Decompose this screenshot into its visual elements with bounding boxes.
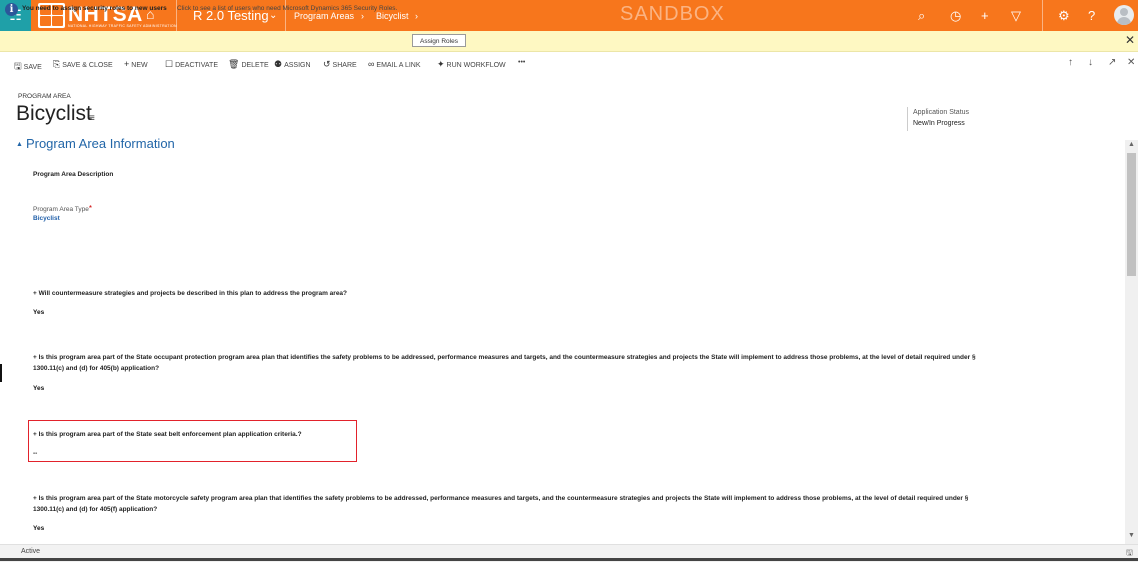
question-seat-belt-label: + Is this program area part of the State…	[33, 431, 302, 438]
save-close-button[interactable]: ⎘ SAVE & CLOSE	[53, 59, 113, 70]
close-icon[interactable]: ✕	[1125, 33, 1135, 47]
entity-type-label: PROGRAM AREA	[18, 93, 71, 100]
section-toggle-program-area-information[interactable]: ▲ Program Area Information	[16, 136, 175, 151]
record-status: Active	[21, 548, 41, 555]
question-motorcycle-safety-label-cont: 1300.11(c) and (d) for 405(f) applicatio…	[33, 506, 158, 513]
save-label: SAVE	[23, 64, 42, 71]
assign-roles-button[interactable]: Assign Roles	[412, 34, 466, 47]
required-marker: *	[88, 204, 93, 213]
save-close-label: SAVE & CLOSE	[62, 62, 113, 69]
top-navigation-bar: ☷ NHTSA NATIONAL HIGHWAY TRAFFIC SAFETY …	[0, 0, 1138, 31]
notification-bar	[0, 31, 1138, 52]
previous-record-icon[interactable]: ↑	[1068, 57, 1073, 68]
close-record-icon[interactable]: ✕	[1127, 57, 1135, 68]
program-area-type-label-text: Program Area Type	[33, 206, 89, 213]
chevron-right-icon[interactable]: ›	[415, 11, 418, 21]
user-avatar-icon[interactable]	[1114, 5, 1134, 25]
share-label: SHARE	[332, 62, 357, 69]
share-icon: ↺	[323, 59, 331, 69]
new-button[interactable]: + NEW	[124, 59, 148, 69]
deactivate-button[interactable]: ☐ DEACTIVATE	[165, 59, 218, 70]
new-label: NEW	[131, 62, 148, 69]
program-area-type-value[interactable]: Bicyclist	[33, 215, 60, 222]
deactivate-label: DEACTIVATE	[175, 62, 218, 69]
assign-icon: ⚉	[274, 59, 283, 69]
scroll-up-icon[interactable]: ▲	[1128, 141, 1135, 148]
delete-button[interactable]: 🗑 DELETE	[228, 59, 269, 70]
question-occupant-protection-label: + Is this program area part of the State…	[33, 354, 976, 361]
more-commands-button[interactable]: •••	[518, 59, 525, 66]
divider	[1042, 0, 1043, 31]
plus-icon: +	[124, 59, 130, 69]
notification-detail-link[interactable]: Click to see a list of users who need Mi…	[177, 5, 397, 12]
trash-icon: 🗑	[228, 59, 240, 69]
form-selector-icon[interactable]: ≡	[89, 113, 95, 124]
section-title: Program Area Information	[25, 136, 175, 151]
recent-icon[interactable]: ◷	[950, 8, 961, 24]
divider	[907, 107, 908, 131]
text-cursor-marker	[0, 364, 2, 382]
share-button[interactable]: ↺ SHARE	[323, 59, 357, 70]
email-link-label: EMAIL A LINK	[376, 62, 421, 69]
filter-icon[interactable]: ▽	[1011, 8, 1021, 24]
search-icon[interactable]: ⌕	[918, 8, 925, 24]
question-motorcycle-safety-label: + Is this program area part of the State…	[33, 495, 969, 502]
run-workflow-label: RUN WORKFLOW	[446, 62, 506, 69]
settings-icon[interactable]: ⚙	[1058, 8, 1070, 24]
application-status-label: Application Status	[913, 109, 970, 116]
scroll-down-icon[interactable]: ▼	[1128, 532, 1135, 539]
email-link-button[interactable]: ∞ EMAIL A LINK	[368, 59, 421, 69]
run-workflow-button[interactable]: ✦ RUN WORKFLOW	[437, 59, 506, 70]
application-status-value: New/In Progress	[913, 120, 965, 127]
help-icon[interactable]: ?	[1088, 8, 1095, 23]
record-title: Bicyclist	[16, 102, 92, 125]
program-area-description-label: Program Area Description	[33, 171, 114, 178]
question-occupant-protection-label-cont: 1300.11(c) and (d) for 405(b) applicatio…	[33, 365, 160, 372]
breadcrumb-program-areas[interactable]: Program Areas	[294, 11, 354, 21]
program-area-type-label: Program Area Type*	[33, 204, 92, 213]
link-icon: ∞	[368, 59, 375, 69]
assign-label: ASSIGN	[284, 62, 311, 69]
next-record-icon[interactable]: ↓	[1088, 57, 1093, 68]
chevron-right-icon: ›	[361, 11, 364, 21]
save-button[interactable]: 🖫 SAVE	[14, 59, 42, 75]
save-icon: 🖫	[14, 61, 22, 71]
highlight-box	[28, 420, 357, 462]
question-countermeasure-label: + Will countermeasure strategies and pro…	[33, 290, 348, 297]
collapse-caret-icon: ▲	[16, 141, 23, 148]
delete-label: DELETE	[241, 62, 269, 69]
question-seat-belt-value[interactable]: --	[33, 450, 37, 457]
breadcrumb-bicyclist[interactable]: Bicyclist	[376, 11, 409, 21]
question-occupant-protection-value[interactable]: Yes	[33, 385, 44, 392]
info-icon: i	[5, 3, 18, 16]
new-icon[interactable]: +	[981, 8, 989, 23]
deactivate-icon: ☐	[165, 59, 174, 69]
environment-label: SANDBOX	[620, 3, 725, 25]
question-countermeasure-value[interactable]: Yes	[33, 309, 44, 316]
question-motorcycle-safety-value[interactable]: Yes	[33, 525, 44, 532]
notification-message: You need to assign security roles to new…	[22, 5, 167, 12]
nhtsa-logo-subtitle: NATIONAL HIGHWAY TRAFFIC SAFETY ADMINIST…	[68, 24, 177, 28]
assign-button[interactable]: ⚉ ASSIGN	[274, 59, 311, 70]
workflow-icon: ✦	[437, 59, 445, 69]
save-close-icon: ⎘	[53, 59, 61, 69]
popout-icon[interactable]: ↗	[1108, 57, 1116, 68]
scrollbar-thumb[interactable]	[1127, 153, 1136, 276]
